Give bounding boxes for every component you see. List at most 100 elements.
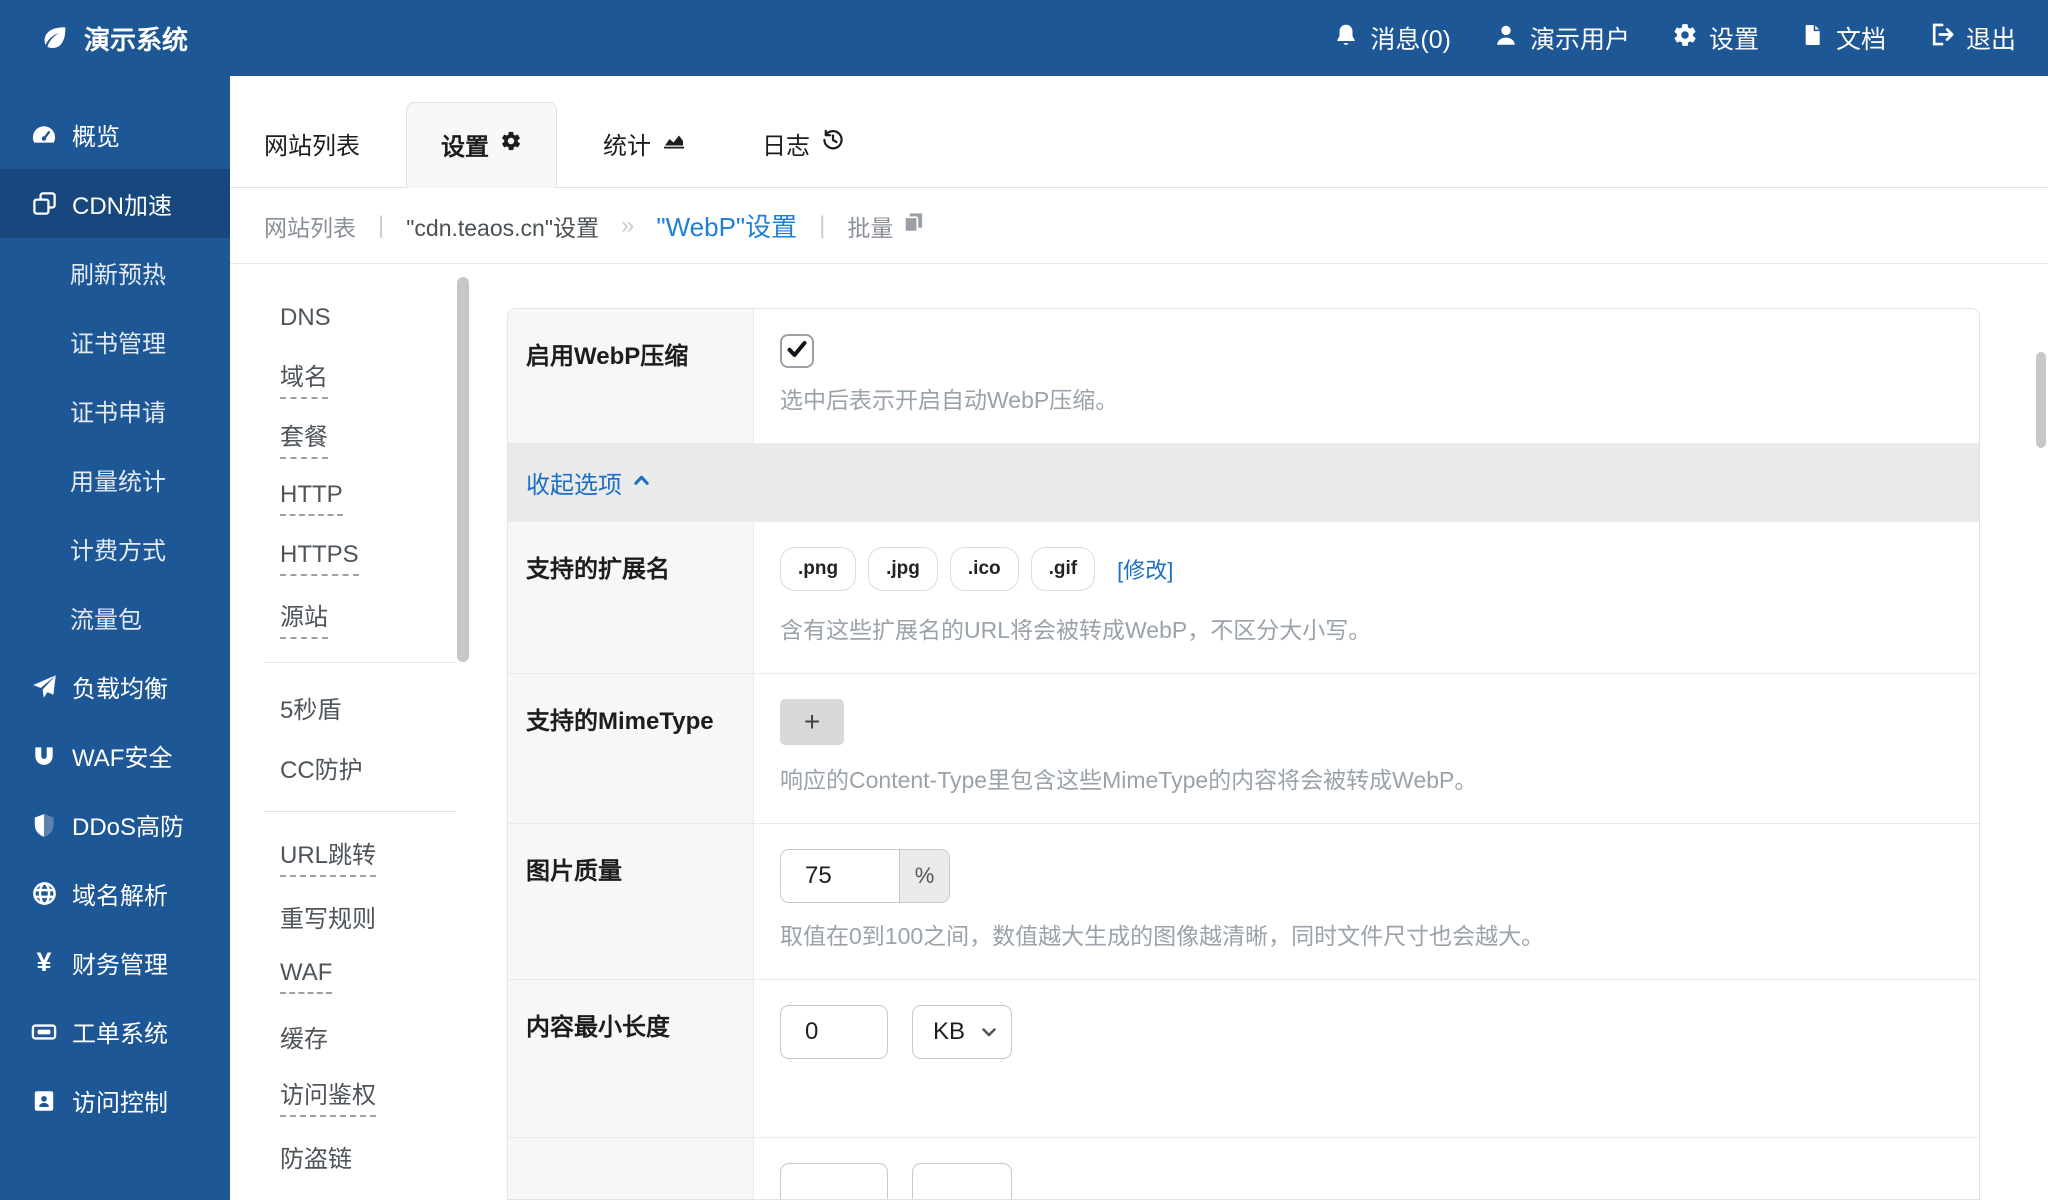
sidebar-item-traffic-package[interactable]: 流量包 [0,583,230,652]
main-area: 概览 CDN加速 刷新预热 证书管理 证书申请 用量统计 计费方式 流量包 负载… [0,76,2048,1200]
chevron-down-icon [979,1022,999,1042]
subnav-item-access-auth[interactable]: 访问鉴权 [280,1066,456,1126]
tab-settings[interactable]: 设置 [406,102,557,188]
field-label: 支持的MimeType [508,674,754,823]
field-label: 启用WebP压缩 [508,309,754,443]
messages-label: 消息(0) [1370,20,1451,56]
collapse-options-link[interactable]: 收起选项 [526,465,651,500]
subnav-item-rewrite-rules[interactable]: 重写规则 [280,886,456,946]
sidebar-item-usage-stats[interactable]: 用量统计 [0,445,230,514]
sidebar-item-cdn[interactable]: CDN加速 [0,169,230,238]
sidebar-item-dns-resolution[interactable]: 域名解析 [0,859,230,928]
breadcrumb-site-list[interactable]: 网站列表 [264,209,356,243]
app-logo[interactable]: 演示系统 [38,20,188,57]
yen-icon: ¥ [28,947,60,978]
quality-input-group: % [780,849,950,903]
webp-settings-form: 启用WebP压缩 选中后表示开启自动WebP压缩。 收起选项 [507,308,1980,1200]
form-row-enable-webp: 启用WebP压缩 选中后表示开启自动WebP压缩。 [508,309,1979,443]
partial-value-input[interactable] [780,1163,888,1200]
breadcrumb-separator: » [621,212,634,240]
user-icon [1493,22,1519,55]
settings-subnav: DNS 域名 套餐 HTTP HTTPS 源站 5秒盾 CC防护 URL跳转 重… [256,264,456,1200]
sidebar-item-finance[interactable]: ¥ 财务管理 [0,928,230,997]
extension-chips: .png .jpg .ico .gif [修改] [780,547,1949,591]
field-description: 选中后表示开启自动WebP压缩。 [780,381,1949,415]
gear-icon [500,130,522,159]
cdn-admin-page: 演示系统 消息(0) 演示用户 设置 文档 退出 [0,0,2048,1200]
header-nav: 消息(0) 演示用户 设置 文档 退出 [1312,20,2018,56]
tab-site-list[interactable]: 网站列表 [264,126,390,187]
bell-icon [1333,22,1359,55]
sidebar-item-tickets[interactable]: 工单系统 [0,997,230,1066]
breadcrumb-site-settings[interactable]: "cdn.teaos.cn"设置 [406,209,599,243]
field-label [508,1138,754,1200]
subnav-divider [264,662,456,663]
form-row-mime-type: 支持的MimeType + 响应的Content-Type里包含这些MimeTy… [508,673,1979,823]
min-length-unit-select[interactable]: KB [912,1005,1012,1059]
history-icon [821,128,845,159]
edit-extensions-link[interactable]: [修改] [1117,553,1173,585]
sidebar-item-cert-apply[interactable]: 证书申请 [0,376,230,445]
paper-plane-icon [28,673,60,700]
subnav-item-domains[interactable]: 域名 [280,348,456,408]
field-description: 响应的Content-Type里包含这些MimeType的内容将会被转成WebP… [780,761,1949,795]
subnav-item-hotlink-protection[interactable]: 防盗链 [280,1126,456,1186]
checkmark-icon [785,337,809,366]
subnav-item-plan[interactable]: 套餐 [280,408,456,468]
breadcrumb-separator: | [378,212,384,240]
extension-chip: .png [780,547,856,591]
sidebar-item-load-balancer[interactable]: 负载均衡 [0,652,230,721]
sidebar-item-overview[interactable]: 概览 [0,100,230,169]
min-length-input[interactable] [780,1005,888,1059]
logout-button[interactable]: 退出 [1907,20,2018,56]
area-chart-icon [662,128,686,159]
content-area: 网站列表 设置 统计 日志 网站列表 | "cdn.te [230,76,2048,1200]
subnav-item-dns[interactable]: DNS [280,288,456,348]
inner-scrollbar-thumb[interactable] [457,277,469,662]
leaf-icon [38,23,70,53]
sidebar-item-ddos[interactable]: DDoS高防 [0,790,230,859]
document-icon [1801,22,1825,55]
partial-unit-select[interactable] [912,1163,1012,1200]
logout-label: 退出 [1966,20,2016,56]
copy-icon [902,211,925,240]
batch-link[interactable]: 批量 [847,209,925,243]
docs-button[interactable]: 文档 [1780,20,1907,56]
gear-icon [1672,22,1698,55]
subnav-item-cc-protection[interactable]: CC防护 [280,737,456,797]
quality-input[interactable] [781,850,899,902]
sidebar-item-billing-method[interactable]: 计费方式 [0,514,230,583]
subnav-item-waf[interactable]: WAF [280,946,456,1006]
ticket-icon [28,1018,60,1046]
enable-webp-checkbox[interactable] [780,334,814,368]
subnav-item-origin[interactable]: 源站 [280,588,456,648]
tab-bar: 网站列表 设置 统计 日志 [230,76,2048,188]
id-card-icon [28,1088,60,1114]
form-row-min-length: 内容最小长度 KB [508,979,1979,1137]
form-row-extensions: 支持的扩展名 .png .jpg .ico .gif [修改] 含有这些扩展名的… [508,521,1979,673]
sidebar: 概览 CDN加速 刷新预热 证书管理 证书申请 用量统计 计费方式 流量包 负载… [0,76,230,1200]
subnav-item-https[interactable]: HTTPS [280,528,456,588]
tab-logs[interactable]: 日志 [732,126,875,187]
webp-form-wrap: 启用WebP压缩 选中后表示开启自动WebP压缩。 收起选项 [507,308,1980,1200]
tab-statistics[interactable]: 统计 [573,126,716,187]
subnav-item-cache[interactable]: 缓存 [280,1006,456,1066]
user-menu[interactable]: 演示用户 [1472,20,1651,56]
form-row-partial [508,1137,1979,1200]
breadcrumb-webp-settings[interactable]: "WebP"设置 [656,207,797,244]
extension-chip: .ico [950,547,1019,591]
subnav-item-url-redirect[interactable]: URL跳转 [280,826,456,886]
caret-up-icon [632,469,651,497]
breadcrumb-separator: | [819,212,825,240]
sidebar-item-cert-management[interactable]: 证书管理 [0,307,230,376]
sidebar-item-refresh-preheat[interactable]: 刷新预热 [0,238,230,307]
page-scrollbar-thumb[interactable] [2036,352,2046,448]
sidebar-item-waf[interactable]: WAF安全 [0,721,230,790]
sidebar-item-access-control[interactable]: 访问控制 [0,1066,230,1135]
messages-button[interactable]: 消息(0) [1312,20,1472,56]
add-mime-type-button[interactable]: + [780,699,844,745]
subnav-item-5s-shield[interactable]: 5秒盾 [280,677,456,737]
subnav-item-http[interactable]: HTTP [280,468,456,528]
settings-button[interactable]: 设置 [1651,20,1780,56]
subnav-divider [264,811,456,812]
